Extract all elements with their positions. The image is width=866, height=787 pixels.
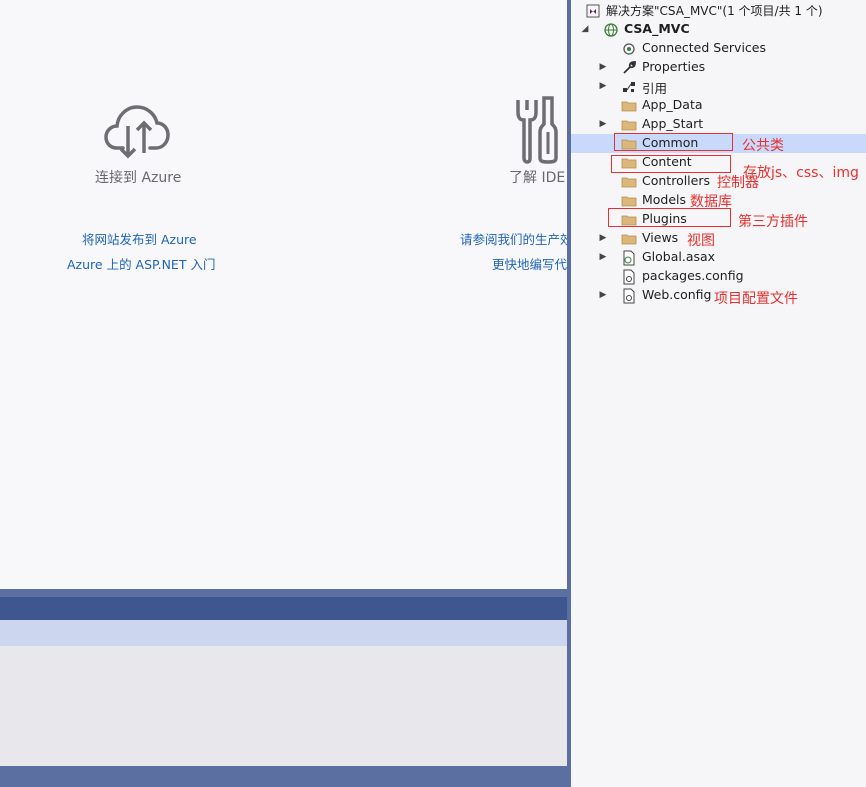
expand-arrow-icon[interactable]: ▶ [598,233,608,243]
item-label: Controllers [642,173,710,188]
expand-arrow-icon[interactable]: ▶ [598,252,608,262]
annotation-common: 公共类 [742,138,784,154]
tree-row-properties[interactable]: ▶ Properties [571,58,866,77]
item-label: App_Start [642,116,704,131]
annotation-models: 数据库 [690,194,732,210]
feature-title-azure: 连接到 Azure [95,170,182,186]
highlight-box-content [611,155,731,173]
item-label: Connected Services [642,40,766,55]
item-label: Views [642,230,679,245]
feature-title-ide: 了解 IDE [509,170,566,186]
annotation-controllers: 控制器 [717,175,759,191]
annotation-views: 视图 [687,233,715,249]
folder-icon [621,234,637,245]
web-project-icon [604,23,618,37]
item-label: Properties [642,59,706,74]
project-label: CSA_MVC [624,21,690,36]
tool-window-header[interactable] [0,597,567,620]
folder-icon [621,177,637,188]
start-page-content: 连接到 Azure 了解 IDE 将网站发布到 Azure Azure 上的 A… [0,0,567,589]
highlight-box-common [614,133,733,151]
link-productivity[interactable]: 请参阅我们的生产效 [460,229,567,248]
solution-explorer: 解决方案"CSA_MVC"(1 个项目/共 1 个) ◢ CSA_MVC Con… [571,0,866,787]
tool-window-tabstrip[interactable] [0,620,567,646]
panel-border [0,589,567,597]
item-label: Global.asax [642,249,716,264]
collapse-arrow-icon[interactable]: ◢ [580,24,590,34]
connected-services-icon [623,43,635,55]
expand-arrow-icon[interactable]: ▶ [598,290,608,300]
tree-row-global-asax[interactable]: ▶ Global.asax [571,248,866,267]
expand-arrow-icon[interactable]: ▶ [598,81,608,91]
item-label: packages.config [642,268,744,283]
item-label: App_Data [642,97,703,112]
annotation-webconfig: 项目配置文件 [714,291,798,307]
item-label: Models [642,192,687,207]
tree-row-app-start[interactable]: ▶ App_Start [571,115,866,134]
tree-row-packages-config[interactable]: packages.config [571,267,866,286]
references-icon [623,82,635,92]
tree-row-app-data[interactable]: App_Data [571,96,866,115]
cloud-upload-icon[interactable] [104,104,170,160]
tree-row-references[interactable]: ▶ 引用 [571,77,866,96]
status-bar [0,766,567,787]
folder-icon [621,101,637,112]
solution-icon [586,4,600,18]
item-label: 引用 [642,81,668,96]
link-publish-azure[interactable]: 将网站发布到 Azure [82,229,197,248]
start-page: 连接到 Azure 了解 IDE 将网站发布到 Azure Azure 上的 A… [0,0,567,787]
folder-icon [621,196,637,207]
tools-icon[interactable] [514,96,558,164]
wrench-icon [623,60,637,74]
expand-arrow-icon[interactable]: ▶ [598,119,608,129]
tree-row-connected-services[interactable]: Connected Services [571,39,866,58]
tree-row-solution[interactable]: 解决方案"CSA_MVC"(1 个项目/共 1 个) [571,1,866,20]
expand-arrow-icon[interactable]: ▶ [598,62,608,72]
tree-row-project[interactable]: ◢ CSA_MVC [571,20,866,39]
folder-icon [621,120,637,131]
annotation-plugins: 第三方插件 [738,214,808,230]
annotation-content: 存放js、css、img [743,165,859,181]
link-aspnet-azure[interactable]: Azure 上的 ASP.NET 入门 [67,254,215,273]
config-file-icon [623,288,635,304]
item-label: Web.config [642,287,712,302]
global-asax-icon [623,250,635,266]
tool-window-body [0,646,567,766]
link-faster-code[interactable]: 更快地编写代 [492,254,567,273]
solution-label: 解决方案"CSA_MVC"(1 个项目/共 1 个) [606,4,823,18]
config-file-icon [623,269,635,285]
tree-row-views[interactable]: ▶ Views [571,229,866,248]
